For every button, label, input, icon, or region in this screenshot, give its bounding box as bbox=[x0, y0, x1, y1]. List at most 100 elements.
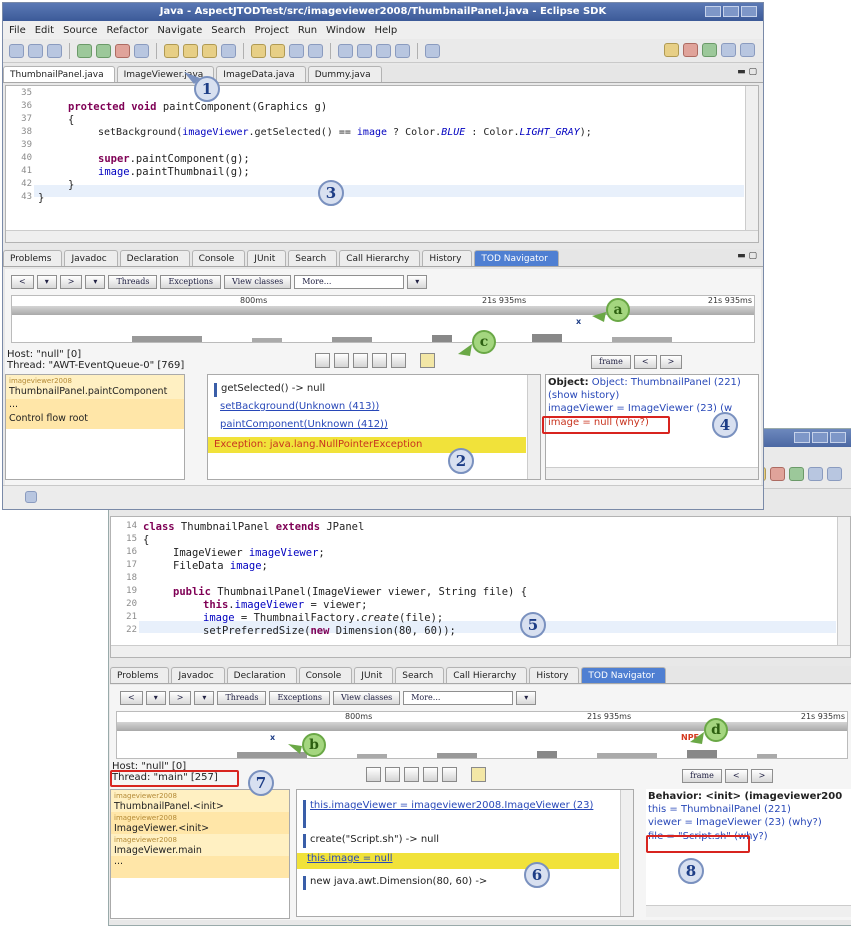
editor-vscroll[interactable] bbox=[837, 517, 850, 657]
exception-row[interactable]: Exception: java.lang.NullPointerExceptio… bbox=[208, 437, 526, 453]
pin-icon[interactable] bbox=[308, 43, 323, 58]
stack-frame[interactable]: imageviewer2008 ImageViewer.main bbox=[111, 834, 289, 856]
tab-history[interactable]: History bbox=[529, 667, 580, 683]
tab-junit[interactable]: JUnit bbox=[354, 667, 394, 683]
tab-dummy[interactable]: Dummy.java bbox=[307, 66, 382, 82]
step-over-icon[interactable] bbox=[353, 353, 368, 368]
frame-prev-button[interactable]: < bbox=[724, 769, 748, 783]
code-editor-2[interactable]: 14 class ThumbnailPanel extends JPanel 1… bbox=[110, 516, 851, 658]
code-editor-1[interactable]: 35 36 protected void paintComponent(Grap… bbox=[5, 85, 759, 243]
event-row[interactable]: getSelected() -> null bbox=[214, 383, 526, 397]
new-icon[interactable] bbox=[9, 43, 24, 58]
stack-frame[interactable]: imageviewer2008 ImageViewer.<init> bbox=[111, 812, 289, 834]
back-dropdown[interactable]: ▾ bbox=[145, 691, 166, 705]
back-icon[interactable] bbox=[376, 43, 391, 58]
back-button[interactable]: < bbox=[11, 275, 34, 289]
show-history-link[interactable]: (show history) bbox=[548, 390, 619, 401]
step-back-into-icon[interactable] bbox=[385, 767, 400, 782]
annotation-icon[interactable] bbox=[289, 43, 304, 58]
editor-vscroll[interactable] bbox=[745, 86, 758, 242]
tab-search[interactable]: Search bbox=[395, 667, 445, 683]
forward-button[interactable]: > bbox=[59, 275, 83, 289]
step-back-out-icon[interactable] bbox=[315, 353, 330, 368]
behavior-row[interactable]: this = ThumbnailPanel (221) bbox=[648, 804, 791, 815]
step-over-icon[interactable] bbox=[404, 767, 419, 782]
tod-launch-icon[interactable] bbox=[134, 43, 149, 58]
tab-call-hierarchy[interactable]: Call Hierarchy bbox=[339, 250, 421, 266]
more-dropdown[interactable]: ▾ bbox=[407, 275, 428, 289]
search-icon[interactable] bbox=[251, 43, 266, 58]
toolbar-icon[interactable] bbox=[808, 467, 823, 481]
menu-run[interactable]: Run bbox=[298, 25, 317, 36]
timeline-bar[interactable] bbox=[12, 306, 754, 315]
exceptions-button[interactable]: Exceptions bbox=[269, 691, 331, 705]
tab-console[interactable]: Console bbox=[298, 667, 353, 683]
tab-declaration[interactable]: Declaration bbox=[119, 250, 190, 266]
event-row[interactable]: new java.awt.Dimension(80, 60) -> bbox=[303, 876, 619, 890]
stack-frame[interactable]: imageviewer2008 ThumbnailPanel.paintCompo… bbox=[6, 375, 184, 399]
step-into-icon[interactable] bbox=[372, 353, 387, 368]
menu-window[interactable]: Window bbox=[326, 25, 365, 36]
frame-button[interactable]: frame bbox=[591, 355, 631, 369]
timeline-1[interactable]: 800ms 21s 935ms 21s 935ms x bbox=[11, 295, 755, 343]
last-edit-icon[interactable] bbox=[425, 43, 440, 58]
tab-imagedata[interactable]: ImageData.java bbox=[216, 66, 306, 82]
editor-hscroll[interactable] bbox=[6, 230, 758, 242]
timeline-2[interactable]: 800ms 21s 935ms 21s 935ms NPE x bbox=[116, 711, 848, 759]
timeline-bar[interactable] bbox=[117, 722, 847, 731]
step-into-icon[interactable] bbox=[423, 767, 438, 782]
event-row[interactable]: setBackground(Unknown (413)) bbox=[214, 401, 526, 415]
frame-next-button[interactable]: > bbox=[659, 355, 683, 369]
frame-prev-button[interactable]: < bbox=[633, 355, 657, 369]
perspective-icon[interactable] bbox=[827, 467, 842, 481]
frame-button[interactable]: frame bbox=[682, 769, 722, 783]
new-class-icon[interactable] bbox=[183, 43, 198, 58]
perspective-icon[interactable] bbox=[721, 43, 736, 57]
tab-thumbnailpanel[interactable]: ThumbnailPanel.java bbox=[3, 66, 115, 82]
tab-call-hierarchy[interactable]: Call Hierarchy bbox=[446, 667, 528, 683]
menu-source[interactable]: Source bbox=[63, 25, 97, 36]
tab-search[interactable]: Search bbox=[288, 250, 338, 266]
object-hscroll[interactable] bbox=[546, 467, 758, 479]
tab-declaration[interactable]: Declaration bbox=[226, 667, 297, 683]
window-controls-back[interactable] bbox=[794, 432, 846, 443]
external-tools-icon[interactable] bbox=[115, 43, 130, 58]
window-controls[interactable] bbox=[705, 6, 757, 17]
more-dropdown[interactable]: ▾ bbox=[516, 691, 537, 705]
menu-file[interactable]: File bbox=[9, 25, 26, 36]
menu-edit[interactable]: Edit bbox=[35, 25, 54, 36]
menu-project[interactable]: Project bbox=[255, 25, 289, 36]
perspective-icon[interactable] bbox=[664, 43, 679, 57]
new-package-icon[interactable] bbox=[164, 43, 179, 58]
debug-icon[interactable] bbox=[77, 43, 92, 58]
back-dropdown[interactable]: ▾ bbox=[36, 275, 57, 289]
prev-annotation-icon[interactable] bbox=[357, 43, 372, 58]
new-interface-icon[interactable] bbox=[202, 43, 217, 58]
exceptions-button[interactable]: Exceptions bbox=[160, 275, 222, 289]
menu-navigate[interactable]: Navigate bbox=[157, 25, 202, 36]
toolbar-icon[interactable] bbox=[770, 467, 785, 481]
editor-hscroll[interactable] bbox=[111, 645, 850, 657]
tab-console[interactable]: Console bbox=[191, 250, 246, 266]
event-vscroll[interactable] bbox=[527, 375, 540, 479]
stack-frame[interactable]: ... bbox=[6, 399, 184, 413]
bookmark-icon[interactable] bbox=[471, 767, 486, 782]
print-icon[interactable] bbox=[47, 43, 62, 58]
view-classes-button[interactable]: View classes bbox=[333, 691, 401, 705]
save-icon[interactable] bbox=[28, 43, 43, 58]
view-classes-button[interactable]: View classes bbox=[224, 275, 292, 289]
menu-search[interactable]: Search bbox=[211, 25, 245, 36]
step-back-out-icon[interactable] bbox=[366, 767, 381, 782]
threads-button[interactable]: Threads bbox=[108, 275, 158, 289]
more-select[interactable]: More... bbox=[294, 275, 405, 289]
event-row-selected[interactable]: this.image = null bbox=[297, 853, 619, 869]
open-task-icon[interactable] bbox=[270, 43, 285, 58]
behavior-row[interactable]: viewer = ImageViewer (23) (why?) bbox=[648, 817, 822, 828]
menu-help[interactable]: Help bbox=[374, 25, 397, 36]
fast-view-icon[interactable] bbox=[25, 491, 37, 503]
threads-button[interactable]: Threads bbox=[217, 691, 267, 705]
frame-next-button[interactable]: > bbox=[750, 769, 774, 783]
next-annotation-icon[interactable] bbox=[338, 43, 353, 58]
tab-javadoc[interactable]: Javadoc bbox=[64, 250, 118, 266]
step-out-icon[interactable] bbox=[391, 353, 406, 368]
